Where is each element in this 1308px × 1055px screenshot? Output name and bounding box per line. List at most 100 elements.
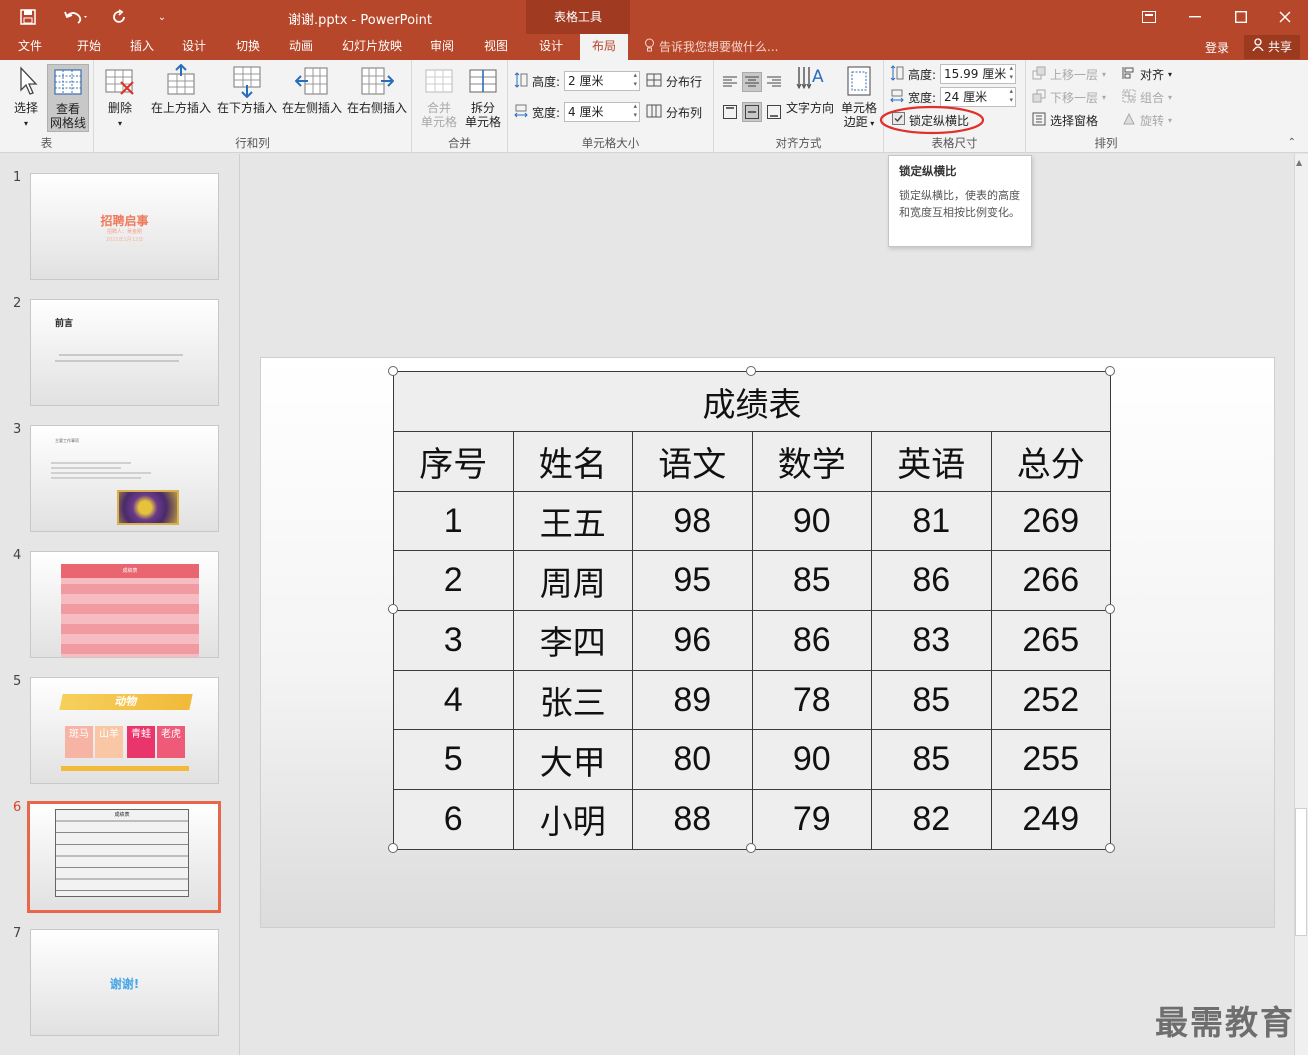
redo-icon[interactable] [108, 6, 130, 28]
table-cell[interactable]: 95 [632, 550, 753, 612]
table-cell[interactable]: 265 [990, 610, 1111, 671]
table-title-cell[interactable]: 成绩表 [393, 371, 1111, 432]
table-cell[interactable]: 96 [632, 610, 753, 671]
tab-table-layout[interactable]: 布局 [580, 34, 628, 60]
table-cell[interactable]: 5 [393, 729, 514, 791]
table-cell[interactable]: 张三 [512, 669, 633, 731]
table-cell[interactable]: 98 [632, 490, 753, 552]
table-cell[interactable]: 王五 [512, 490, 633, 552]
tab-review[interactable]: 审阅 [420, 34, 464, 60]
table-cell[interactable]: 90 [751, 490, 872, 552]
slide-thumbnail-5[interactable]: 动物 斑马 山羊 青蛙 老虎 [30, 677, 219, 784]
table-cell[interactable]: 小明 [512, 789, 633, 850]
resize-handle-bottom-right[interactable] [1105, 843, 1115, 853]
table-cell[interactable]: 88 [632, 789, 753, 850]
resize-handle-right[interactable] [1105, 604, 1115, 614]
align-left-icon[interactable] [720, 72, 740, 92]
table-cell[interactable]: 3 [393, 610, 514, 671]
save-icon[interactable] [16, 6, 40, 28]
insert-left-button[interactable]: 在左侧插入 [279, 64, 345, 115]
resize-handle-top-left[interactable] [388, 366, 398, 376]
undo-icon[interactable] [58, 6, 94, 28]
align-top-icon[interactable] [720, 102, 740, 122]
minimize-icon[interactable] [1172, 0, 1218, 34]
table-cell[interactable]: 82 [871, 789, 992, 850]
align-middle-icon[interactable] [742, 102, 762, 122]
merge-cells-button[interactable]: 合并 单元格 [418, 64, 460, 129]
view-gridlines-button[interactable]: 查看 网格线 [47, 64, 89, 132]
bring-forward-button[interactable]: 上移一层 ▾ [1032, 64, 1106, 84]
sign-in-link[interactable]: 登录 [1205, 39, 1229, 56]
tab-insert[interactable]: 插入 [120, 34, 164, 60]
resize-handle-left[interactable] [388, 604, 398, 614]
header-cell[interactable]: 姓名 [512, 431, 633, 492]
resize-handle-top[interactable] [746, 366, 756, 376]
slide-thumbnail-2[interactable]: 前言 [30, 299, 219, 406]
delete-button[interactable]: 删除 ▾ [100, 64, 140, 131]
table-cell[interactable]: 4 [393, 669, 514, 731]
table-cell[interactable]: 249 [990, 789, 1111, 850]
align-bottom-icon[interactable] [764, 102, 784, 122]
table-cell[interactable]: 周周 [512, 550, 633, 612]
share-button[interactable]: 共享 [1244, 35, 1301, 59]
resize-handle-bottom-left[interactable] [388, 843, 398, 853]
group-objects-button[interactable]: 组合 ▾ [1122, 87, 1172, 107]
close-icon[interactable] [1262, 0, 1308, 34]
header-cell[interactable]: 英语 [871, 431, 992, 492]
cell-margins-button[interactable]: 单元格 边距 ▾ [838, 64, 880, 131]
distribute-rows-button[interactable]: 分布行 [646, 71, 702, 91]
grade-table[interactable]: 成绩表 序号 姓名 语文 数学 英语 总分 1 王五 98 90 81 269 2 周周 95 85 86 26… [393, 371, 1111, 850]
header-cell[interactable]: 总分 [990, 431, 1111, 492]
tab-file[interactable]: 文件 [8, 34, 52, 60]
insert-below-button[interactable]: 在下方插入 [214, 64, 280, 115]
table-cell[interactable]: 252 [990, 669, 1111, 731]
table-cell[interactable]: 86 [751, 610, 872, 671]
tab-table-design[interactable]: 设计 [528, 34, 574, 60]
select-button[interactable]: 选择 ▾ [6, 64, 46, 131]
header-cell[interactable]: 数学 [751, 431, 872, 492]
text-direction-button[interactable]: A 文字方向 [784, 64, 836, 115]
table-cell[interactable]: 85 [871, 669, 992, 731]
header-cell[interactable]: 语文 [632, 431, 753, 492]
tab-view[interactable]: 视图 [474, 34, 518, 60]
distribute-columns-button[interactable]: 分布列 [646, 102, 702, 122]
cell-height-input[interactable]: 2 厘米 [564, 71, 641, 91]
table-cell[interactable]: 78 [751, 669, 872, 731]
tab-home[interactable]: 开始 [66, 34, 112, 60]
align-center-icon[interactable] [742, 72, 762, 92]
customize-qat-icon[interactable]: ⌄ [152, 6, 172, 28]
scroll-up-icon[interactable]: ▲ [1296, 158, 1302, 167]
header-cell[interactable]: 序号 [393, 431, 514, 492]
cell-width-input[interactable]: 4 厘米 [564, 102, 641, 122]
align-objects-button[interactable]: 对齐 ▾ [1122, 64, 1172, 84]
table-cell[interactable]: 89 [632, 669, 753, 731]
split-cells-button[interactable]: 拆分 单元格 [462, 64, 504, 129]
slide-thumbnail-3[interactable]: 主要工作事项 [30, 425, 219, 532]
selection-pane-button[interactable]: 选择窗格 [1032, 110, 1098, 130]
table-cell[interactable]: 83 [871, 610, 992, 671]
table-cell[interactable]: 90 [751, 729, 872, 791]
resize-handle-top-right[interactable] [1105, 366, 1115, 376]
slide-thumbnail-1[interactable]: 招聘启事 招聘人：吴金刚 2021年1月12日 [30, 173, 219, 280]
table-cell[interactable]: 85 [871, 729, 992, 791]
table-cell[interactable]: 266 [990, 550, 1111, 612]
maximize-icon[interactable] [1218, 0, 1264, 34]
collapse-ribbon-icon[interactable]: ⌃ [1288, 137, 1296, 148]
slide-thumbnail-7[interactable]: 谢谢! [30, 929, 219, 1036]
table-cell[interactable]: 81 [871, 490, 992, 552]
tell-me-box[interactable]: 告诉我您想要做什么... [644, 38, 778, 55]
align-right-icon[interactable] [764, 72, 784, 92]
send-backward-button[interactable]: 下移一层 ▾ [1032, 87, 1106, 107]
tab-design[interactable]: 设计 [172, 34, 216, 60]
table-cell[interactable]: 80 [632, 729, 753, 791]
insert-right-button[interactable]: 在右侧插入 [344, 64, 410, 115]
table-cell[interactable]: 6 [393, 789, 514, 850]
table-height-input[interactable]: 15.99 厘米 [940, 64, 1017, 84]
rotate-button[interactable]: 旋转 ▾ [1122, 110, 1172, 130]
table-cell[interactable]: 86 [871, 550, 992, 612]
tab-animations[interactable]: 动画 [278, 34, 324, 60]
table-cell[interactable]: 79 [751, 789, 872, 850]
vertical-scrollbar-thumb[interactable] [1295, 808, 1307, 936]
table-cell[interactable]: 1 [393, 490, 514, 552]
table-cell[interactable]: 255 [990, 729, 1111, 791]
